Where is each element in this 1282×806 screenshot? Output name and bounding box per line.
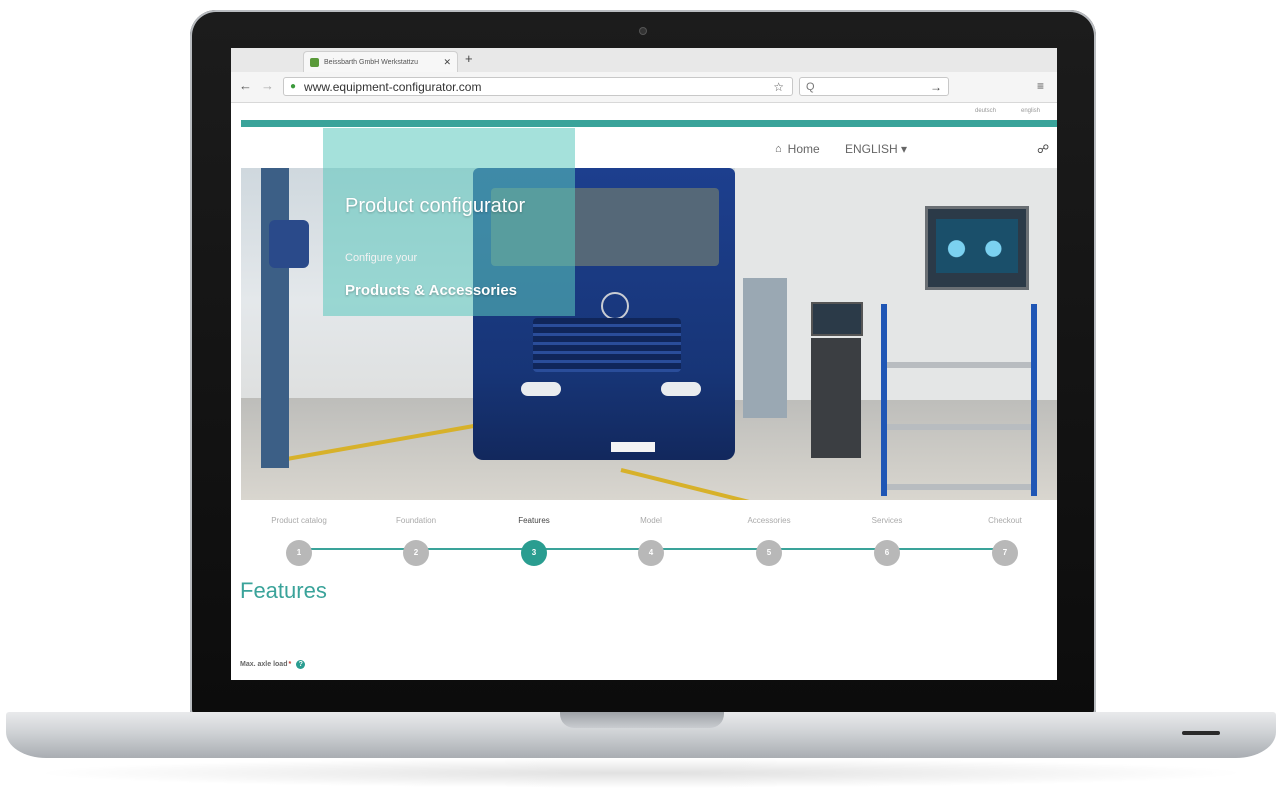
- truck-logo: [601, 292, 629, 320]
- step-circle: 3: [521, 540, 547, 566]
- hero-title: Product configurator: [345, 195, 526, 217]
- diagnostic-cart: [811, 338, 861, 458]
- home-link[interactable]: ⌂ Home: [775, 142, 820, 156]
- home-label: Home: [787, 142, 820, 156]
- field-label-axle-load: Max. axle load * ?: [240, 660, 306, 669]
- blue-shelf: [881, 304, 1037, 496]
- step-label: Accessories: [747, 516, 791, 525]
- required-marker: *: [288, 661, 292, 668]
- lift-pillar: [261, 168, 289, 468]
- step-foundation[interactable]: Foundation 2: [366, 516, 466, 566]
- step-circle: 2: [403, 540, 429, 566]
- step-label: Model: [640, 516, 662, 525]
- favicon-icon: [310, 57, 319, 67]
- browser-tab-bar: Beissbarth GmbH Werkstattzu ✕ +: [231, 48, 1057, 72]
- laptop-shadow: [30, 758, 1252, 788]
- step-circle: 6: [874, 540, 900, 566]
- hamburger-menu-icon[interactable]: ≡: [1037, 79, 1044, 93]
- step-product-catalog[interactable]: Product catalog 1: [249, 516, 349, 566]
- step-model[interactable]: Model 4: [601, 516, 701, 566]
- section-title: Features: [240, 578, 327, 603]
- lang-link-deutsch[interactable]: deutsch: [975, 108, 996, 114]
- bookmark-star-icon[interactable]: ☆: [773, 80, 784, 94]
- new-tab-button[interactable]: +: [465, 51, 473, 66]
- cart-monitor: [811, 302, 863, 336]
- laptop-led: [1182, 731, 1220, 735]
- camera-icon: [640, 28, 646, 34]
- step-label: Product catalog: [271, 516, 327, 525]
- home-icon: ⌂: [775, 143, 782, 155]
- step-services[interactable]: Services 6: [837, 516, 937, 566]
- step-circle: 1: [286, 540, 312, 566]
- url-text: www.equipment-configurator.com: [304, 79, 482, 94]
- accent-bar: [241, 120, 1057, 127]
- hero-subtitle: Configure your: [345, 252, 418, 264]
- browser-tab[interactable]: Beissbarth GmbH Werkstattzu ✕: [303, 51, 458, 72]
- language-dropdown[interactable]: ENGLISH ▾: [845, 142, 907, 156]
- progress-stepper: Product catalog 1 Foundation 2 Features …: [231, 516, 1057, 566]
- lang-link-english[interactable]: english: [1021, 108, 1040, 114]
- truck-headlight: [521, 382, 561, 396]
- search-icon: Q: [806, 80, 815, 93]
- step-accessories[interactable]: Accessories 5: [719, 516, 819, 566]
- address-bar[interactable]: ● www.equipment-configurator.com ☆: [283, 77, 793, 96]
- license-plate: [611, 442, 655, 452]
- cart-icon[interactable]: ☍: [1037, 142, 1049, 156]
- hero-subtitle-strong: Products & Accessories: [345, 282, 518, 299]
- step-circle: 7: [992, 540, 1018, 566]
- close-icon[interactable]: ✕: [443, 57, 451, 68]
- step-label: Features: [518, 516, 550, 525]
- search-go-icon[interactable]: →: [930, 80, 942, 94]
- truck-headlight: [661, 382, 701, 396]
- laptop-notch: [560, 712, 724, 728]
- search-input[interactable]: Q →: [799, 77, 949, 96]
- wall-monitor: [925, 206, 1029, 290]
- hose-reel: [269, 220, 309, 268]
- step-checkout[interactable]: Checkout 7: [955, 516, 1055, 566]
- truck-grill: [533, 318, 681, 372]
- tab-title: Beissbarth GmbH Werkstattzu: [324, 58, 419, 66]
- step-label: Foundation: [395, 516, 437, 525]
- step-label: Services: [871, 516, 903, 525]
- step-label: Checkout: [988, 516, 1022, 525]
- forward-button[interactable]: →: [261, 78, 274, 93]
- step-features[interactable]: Features 3: [484, 516, 584, 566]
- laptop-screen: Beissbarth GmbH Werkstattzu ✕ + ← → ● ww…: [231, 48, 1057, 680]
- language-links: deutsch english: [231, 104, 1057, 118]
- lock-icon: ●: [290, 81, 297, 92]
- browser-nav-bar: ← → ● www.equipment-configurator.com ☆ Q…: [231, 72, 1057, 103]
- help-icon[interactable]: ?: [296, 660, 306, 669]
- workshop-door: [743, 278, 787, 418]
- step-circle: 4: [638, 540, 664, 566]
- field-label-text: Max. axle load: [240, 661, 288, 668]
- step-circle: 5: [756, 540, 782, 566]
- back-button[interactable]: ←: [239, 78, 252, 93]
